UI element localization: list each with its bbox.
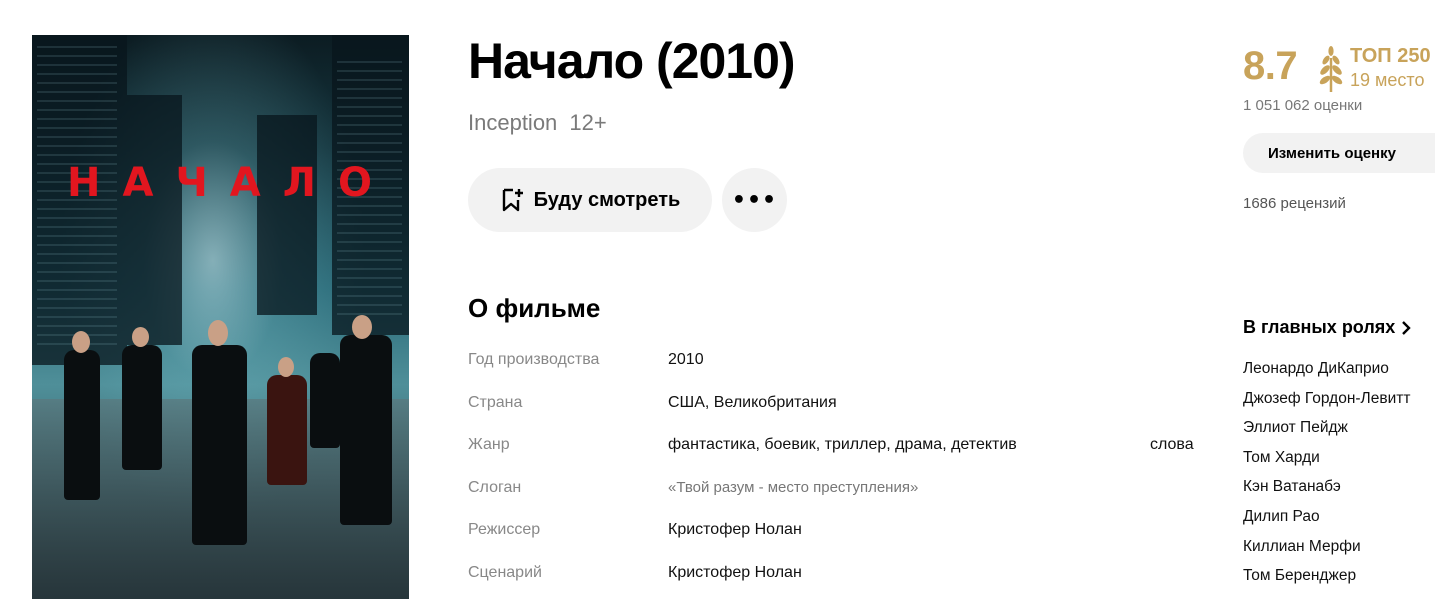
more-actions-button[interactable]: •••: [722, 168, 787, 232]
rating-score: 8.7: [1243, 44, 1298, 88]
age-rating-badge: 12+: [569, 110, 607, 135]
fact-value-country[interactable]: США, Великобритания: [668, 394, 837, 412]
cast-item[interactable]: Леонардо ДиКаприо: [1243, 360, 1410, 390]
fact-value-screenplay[interactable]: Кристофер Нолан: [668, 564, 802, 582]
poster-face: [208, 320, 228, 346]
fact-row-tagline: Слоган «Твой разум - место преступления»: [468, 471, 1208, 514]
watch-later-button[interactable]: Буду смотреть: [468, 168, 712, 232]
chevron-right-icon: [1402, 320, 1412, 335]
fact-label: Слоган: [468, 478, 522, 496]
about-section-title: О фильме: [468, 293, 601, 323]
poster-figure: [122, 345, 162, 470]
top250-place: 19 место: [1350, 70, 1425, 90]
reviews-link[interactable]: 1686 рецензий: [1243, 195, 1346, 212]
poster-figure: [310, 353, 340, 448]
cast-title: В главных ролях: [1243, 317, 1396, 337]
cast-item[interactable]: Киллиан Мерфи: [1243, 538, 1410, 568]
cast-list: Леонардо ДиКаприо Джозеф Гордон-Левитт Э…: [1243, 360, 1410, 597]
poster-face: [132, 327, 149, 347]
cast-item[interactable]: Дилип Рао: [1243, 508, 1410, 538]
movie-facts-table: Год производства 2010 Страна США, Велико…: [468, 343, 1208, 598]
laurel-icon: [1319, 46, 1343, 92]
top250-badge[interactable]: ТОП 250: [1350, 45, 1431, 68]
poster-face: [352, 315, 372, 339]
poster-face: [278, 357, 294, 377]
fact-value-genre[interactable]: фантастика, боевик, триллер, драма, дете…: [668, 436, 1017, 454]
poster-face: [72, 331, 90, 353]
fact-label: Год производства: [468, 351, 600, 368]
bookmark-plus-icon: [502, 188, 523, 212]
fact-row-year: Год производства 2010: [468, 343, 1208, 386]
poster-figure: [267, 375, 307, 485]
votes-count: 1 051 062 оценки: [1243, 97, 1363, 114]
cast-item[interactable]: Том Харди: [1243, 449, 1410, 479]
poster-building: [257, 115, 317, 315]
fact-value-year[interactable]: 2010: [668, 351, 704, 369]
genre-keywords-link[interactable]: слова: [1150, 436, 1194, 454]
fact-label: Сценарий: [468, 563, 542, 581]
poster-figure: [192, 345, 247, 545]
original-title: Inception: [468, 110, 558, 135]
cast-section-link[interactable]: В главных ролях: [1243, 317, 1412, 338]
fact-label: Жанр: [468, 436, 510, 453]
page-title: Начало (2010): [468, 33, 796, 89]
fact-row-genre: Жанр фантастика, боевик, триллер, драма,…: [468, 428, 1208, 471]
movie-poster[interactable]: НАЧАЛО: [32, 35, 409, 599]
fact-row-screenplay: Сценарий Кристофер Нолан: [468, 556, 1208, 599]
fact-value-tagline: «Твой разум - место преступления»: [668, 478, 919, 496]
fact-value-director[interactable]: Кристофер Нолан: [668, 521, 802, 539]
poster-figure: [340, 335, 392, 525]
watch-later-label: Буду смотреть: [533, 188, 681, 211]
fact-row-country: Страна США, Великобритания: [468, 386, 1208, 429]
cast-item[interactable]: Том Беренджер: [1243, 567, 1410, 597]
poster-building: [127, 95, 182, 345]
fact-label: Страна: [468, 393, 523, 411]
poster-figure: [64, 350, 100, 500]
movie-subtitle: Inception 12+: [468, 110, 607, 136]
fact-label: Режиссер: [468, 521, 541, 538]
fact-row-director: Режиссер Кристофер Нолан: [468, 513, 1208, 556]
poster-title: НАЧАЛО: [67, 160, 394, 206]
cast-item[interactable]: Эллиот Пейдж: [1243, 419, 1410, 449]
change-rating-button[interactable]: Изменить оценку: [1243, 133, 1435, 173]
cast-item[interactable]: Кэн Ватанабэ: [1243, 478, 1410, 508]
cast-item[interactable]: Джозеф Гордон-Левитт: [1243, 390, 1410, 420]
